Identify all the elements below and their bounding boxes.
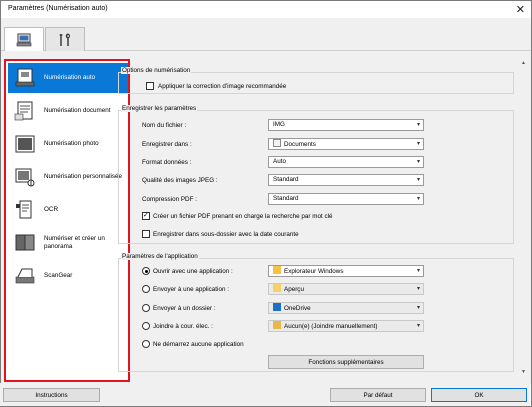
no-app-label: Ne démarrez aucune application — [153, 341, 244, 348]
instructions-button[interactable]: Instructions — [3, 388, 100, 402]
send-to-folder-label: Envoyer à un dossier : — [153, 305, 216, 312]
no-app-radio[interactable] — [142, 340, 150, 348]
searchable-pdf-checkbox[interactable] — [142, 211, 150, 220]
attach-email-select[interactable]: Aucun(e) (Joindre manuellement) ▾ — [268, 320, 424, 332]
sidebar-item-label: Numérisation document — [44, 107, 111, 114]
scangear-icon — [14, 265, 36, 287]
group-title: Options de numérisation — [121, 67, 192, 74]
chevron-down-icon: ▾ — [416, 196, 420, 202]
document-scan-icon — [14, 100, 36, 122]
tab-general-settings[interactable] — [45, 27, 85, 51]
send-to-app-select[interactable]: Aperçu ▾ — [268, 283, 424, 295]
window-title: Paramètres (Numérisation auto) — [8, 5, 108, 12]
more-functions-button[interactable]: Fonctions supplémentaires — [268, 355, 424, 369]
recommended-correction-label: Appliquer la correction d'image recomman… — [158, 83, 287, 90]
computer-scanner-icon — [16, 33, 32, 47]
defaults-button[interactable]: Par défaut — [330, 388, 426, 402]
subfolder-date-label: Enregistrer dans sous-dossier avec la da… — [153, 231, 299, 238]
sidebar-item-panorama[interactable]: Numériser et créer un panorama — [8, 228, 128, 258]
save-in-select[interactable]: Documents ▾ — [268, 138, 424, 150]
send-to-app-radio[interactable] — [142, 285, 150, 293]
recommended-correction-checkbox[interactable] — [146, 82, 154, 90]
custom-scan-icon — [14, 166, 36, 188]
vertical-scrollbar[interactable]: ▲ ▼ — [520, 59, 529, 376]
chevron-down-icon: ▾ — [416, 122, 420, 128]
sidebar-item-auto-scan[interactable]: Numérisation auto — [8, 63, 128, 93]
group-title: Paramètres de l'application — [121, 253, 199, 260]
tab-scan-settings[interactable] — [4, 27, 44, 52]
open-with-app-label: Ouvrir avec une application : — [153, 268, 233, 275]
subfolder-date-checkbox[interactable] — [142, 230, 150, 238]
ok-button[interactable]: OK — [431, 388, 527, 402]
ocr-icon — [14, 199, 36, 221]
send-to-folder-select[interactable]: OneDrive ▾ — [268, 302, 424, 314]
tools-icon — [59, 32, 70, 46]
chevron-down-icon: ▾ — [416, 323, 420, 329]
sidebar-item-label: ScanGear — [44, 272, 73, 279]
pdf-compression-label: Compression PDF : — [142, 196, 197, 203]
save-in-label: Enregistrer dans : — [142, 141, 192, 148]
format-label: Format données : — [142, 159, 192, 166]
chevron-down-icon: ▾ — [416, 286, 420, 292]
jpeg-quality-label: Qualité des images JPEG : — [142, 177, 218, 184]
sidebar-item-label: Numérisation photo — [44, 140, 99, 147]
send-to-app-label: Envoyer à une application : — [153, 286, 229, 293]
open-with-app-select[interactable]: Explorateur Windows ▾ — [268, 265, 424, 277]
group-title: Enregistrer les paramètres — [121, 105, 198, 112]
tab-strip — [1, 18, 531, 52]
folder-icon — [273, 266, 281, 274]
close-icon[interactable]: ✕ — [516, 3, 525, 16]
sidebar-item-label: OCR — [44, 206, 58, 213]
searchable-pdf-label: Créer un fichier PDF prenant en charge l… — [153, 213, 333, 220]
title-bar: Paramètres (Numérisation auto) ✕ — [1, 1, 531, 18]
pdf-compression-select[interactable]: Standard ▾ — [268, 193, 424, 205]
attach-email-radio[interactable] — [142, 322, 150, 330]
sidebar-item-label: Numérisation personnalisée — [44, 173, 123, 180]
cloud-folder-icon — [273, 303, 281, 311]
sidebar-item-photo-scan[interactable]: Numérisation photo — [8, 129, 128, 159]
chevron-down-icon: ▾ — [416, 141, 420, 147]
jpeg-quality-select[interactable]: Standard ▾ — [268, 174, 424, 186]
scan-type-list: Numérisation auto Numérisation document … — [4, 59, 130, 382]
sidebar-item-scangear[interactable]: ScanGear — [8, 261, 128, 291]
sidebar-item-custom-scan[interactable]: Numérisation personnalisée — [8, 162, 128, 192]
chevron-down-icon: ▾ — [416, 305, 420, 311]
documents-folder-icon — [273, 139, 281, 147]
scroll-up-icon[interactable]: ▲ — [521, 60, 526, 66]
open-with-app-radio[interactable] — [142, 267, 150, 275]
filename-label: Nom du fichier : — [142, 122, 187, 129]
send-to-folder-radio[interactable] — [142, 304, 150, 312]
photo-scan-icon — [14, 133, 36, 155]
chevron-down-icon: ▾ — [416, 177, 420, 183]
attach-email-label: Joindre à cour. élec. : — [153, 323, 213, 330]
sidebar-item-ocr[interactable]: OCR — [8, 195, 128, 225]
preview-icon — [273, 284, 281, 292]
mail-icon — [273, 321, 281, 329]
auto-scan-icon — [14, 67, 36, 89]
format-select[interactable]: Auto ▾ — [268, 156, 424, 168]
sidebar-item-label: Numérisation auto — [44, 74, 96, 81]
panorama-icon — [14, 232, 36, 254]
chevron-down-icon: ▾ — [416, 268, 420, 274]
filename-field[interactable]: IMG ▾ — [268, 119, 424, 131]
sidebar-item-document-scan[interactable]: Numérisation document — [8, 96, 128, 126]
sidebar-item-label: Numériser et créer un panorama — [44, 235, 105, 250]
scroll-down-icon[interactable]: ▼ — [521, 369, 526, 375]
chevron-down-icon: ▾ — [416, 159, 420, 165]
